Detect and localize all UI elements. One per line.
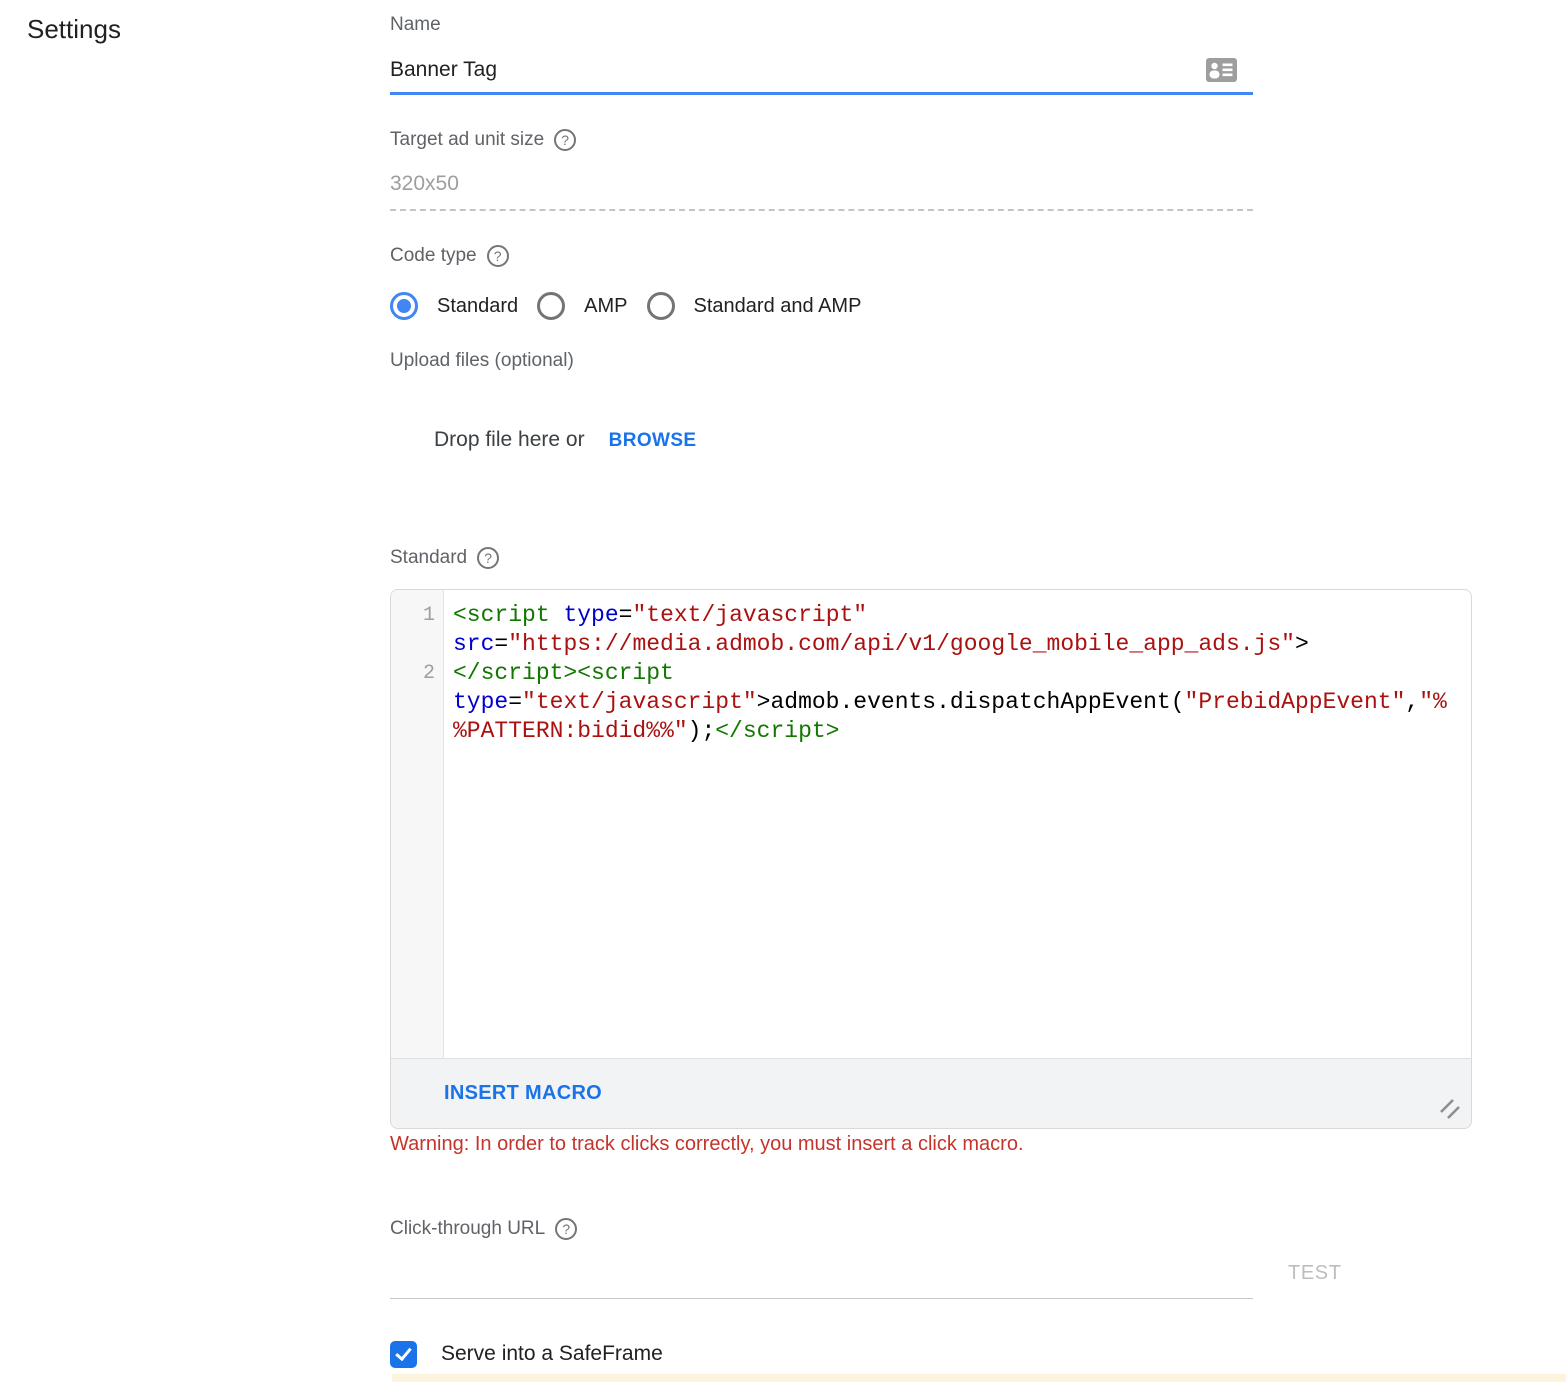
browse-button[interactable]: BROWSE — [609, 430, 697, 452]
radio-option-label: AMP — [584, 295, 627, 318]
click-through-url-label: Click-through URL ? — [390, 1217, 1472, 1241]
resize-handle-icon[interactable] — [1439, 1098, 1461, 1120]
click-macro-warning: Warning: In order to track clicks correc… — [390, 1132, 1472, 1156]
radio-dot — [397, 299, 411, 313]
name-field-row — [390, 55, 1253, 85]
target-ad-unit-size-label: Target ad unit size ? — [390, 128, 1472, 152]
code-line-content: </script><scripttype="text/javascript">a… — [444, 659, 1471, 746]
code-line-content: <script type="text/javascript"src="https… — [444, 601, 1471, 659]
help-icon[interactable]: ? — [487, 245, 509, 267]
code-type-label: Code type ? — [390, 244, 1472, 268]
name-input-focus-underline — [390, 92, 1253, 95]
radio-dot — [654, 299, 668, 313]
drop-file-text: Drop file here or — [434, 428, 585, 452]
editor-footer: INSERT MACRO — [391, 1058, 1471, 1128]
safeframe-checkbox[interactable] — [390, 1341, 417, 1368]
radio-option-label: Standard and AMP — [694, 295, 862, 318]
help-icon[interactable]: ? — [477, 547, 499, 569]
code-type-section: Code type ? Standard AMP Standard and AMP — [390, 244, 1472, 321]
help-icon[interactable]: ? — [554, 129, 576, 151]
notice-bar — [392, 1374, 1566, 1382]
test-button[interactable]: TEST — [1288, 1262, 1342, 1299]
settings-form: Name Target ad unit size ? 3 — [390, 0, 1472, 1368]
code-line: 1<script type="text/javascript"src="http… — [391, 601, 1471, 659]
page-title: Settings — [27, 14, 121, 45]
radio-option-label: Standard — [437, 295, 518, 318]
target-ad-unit-size-value: 320x50 — [390, 171, 1472, 197]
code-type-radio-group: Standard AMP Standard and AMP — [390, 291, 1472, 321]
insert-macro-button[interactable]: INSERT MACRO — [444, 1082, 602, 1105]
safeframe-label: Serve into a SafeFrame — [441, 1342, 663, 1366]
name-label: Name — [390, 14, 1472, 36]
radio-selected-icon[interactable] — [390, 292, 418, 320]
upload-files-label: Upload files (optional) — [390, 350, 1472, 372]
code-line: 2</script><scripttype="text/javascript">… — [391, 659, 1471, 746]
code-editor-textarea[interactable]: 1<script type="text/javascript"src="http… — [391, 590, 1471, 1058]
name-input[interactable] — [390, 58, 1206, 82]
radio-option-amp[interactable]: AMP — [537, 292, 627, 320]
click-through-url-row: TEST — [390, 1241, 1472, 1299]
checkmark-icon — [395, 1344, 412, 1361]
click-through-url-section: Click-through URL ? TEST — [390, 1217, 1472, 1299]
code-editor: 1<script type="text/javascript"src="http… — [390, 589, 1472, 1129]
line-number: 1 — [391, 601, 444, 630]
line-number: 2 — [391, 659, 444, 688]
click-through-url-input-box — [390, 1241, 1253, 1299]
settings-page: Settings Name Target ad unit — [0, 0, 1566, 1382]
click-through-url-input[interactable] — [390, 1262, 1253, 1298]
radio-option-standard-and-amp[interactable]: Standard and AMP — [647, 292, 862, 320]
radio-dot — [544, 299, 558, 313]
safeframe-row: Serve into a SafeFrame — [390, 1340, 1472, 1368]
help-icon[interactable]: ? — [555, 1218, 577, 1240]
contact-card-icon — [1206, 58, 1237, 82]
target-ad-unit-size-section: Target ad unit size ? 320x50 — [390, 128, 1472, 211]
standard-code-section: Standard ? 1<script type="text/javascrip… — [390, 546, 1472, 1156]
standard-label: Standard ? — [390, 546, 1472, 570]
radio-option-standard[interactable]: Standard — [390, 292, 518, 320]
editor-code-lines: 1<script type="text/javascript"src="http… — [391, 590, 1471, 746]
radio-unselected-icon[interactable] — [647, 292, 675, 320]
file-dropzone[interactable]: Drop file here or BROWSE — [390, 428, 1472, 458]
radio-unselected-icon[interactable] — [537, 292, 565, 320]
target-size-disabled-underline — [390, 209, 1253, 211]
